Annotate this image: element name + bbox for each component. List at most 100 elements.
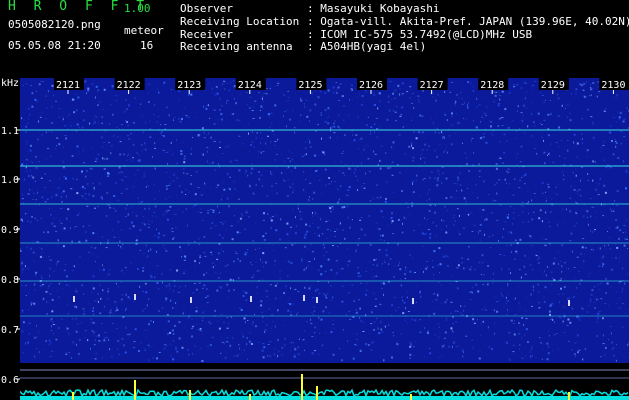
noise-speck	[456, 94, 459, 96]
noise-speck	[202, 320, 203, 321]
noise-speck	[311, 336, 314, 337]
noise-speck	[593, 133, 596, 135]
noise-speck	[64, 177, 67, 180]
noise-speck	[529, 350, 531, 353]
noise-speck	[144, 349, 146, 352]
noise-speck	[294, 166, 297, 169]
noise-speck	[144, 224, 146, 226]
noise-speck	[505, 182, 507, 184]
noise-speck	[367, 158, 370, 160]
noise-speck	[575, 222, 578, 225]
noise-speck	[324, 92, 327, 94]
noise-speck	[135, 215, 138, 217]
noise-speck	[602, 145, 605, 146]
noise-speck	[227, 145, 229, 147]
noise-speck	[513, 86, 515, 88]
noise-speck	[171, 329, 174, 332]
noise-speck	[375, 275, 378, 277]
noise-speck	[560, 278, 562, 280]
noise-speck	[217, 163, 219, 166]
noise-speck	[537, 262, 540, 264]
noise-speck	[203, 309, 206, 312]
noise-speck	[423, 178, 426, 180]
noise-speck	[620, 130, 623, 132]
noise-speck	[626, 107, 628, 109]
noise-speck	[55, 100, 57, 102]
noise-speck	[227, 197, 229, 200]
noise-speck	[178, 98, 180, 100]
noise-speck	[497, 104, 500, 107]
noise-speck	[518, 322, 520, 324]
noise-speck	[228, 205, 230, 208]
noise-speck	[436, 184, 439, 187]
noise-speck	[341, 152, 344, 154]
noise-speck	[271, 216, 274, 217]
noise-speck	[157, 115, 160, 118]
noise-speck	[147, 91, 149, 94]
noise-speck	[542, 192, 544, 194]
noise-speck	[139, 285, 141, 288]
noise-speck	[209, 162, 211, 165]
noise-speck	[602, 263, 605, 266]
noise-speck	[35, 167, 38, 169]
noise-speck	[510, 272, 511, 274]
noise-speck	[624, 282, 626, 285]
noise-speck	[417, 95, 420, 97]
noise-speck	[616, 302, 618, 304]
noise-speck	[584, 95, 587, 98]
noise-speck	[573, 141, 575, 144]
noise-speck	[239, 347, 240, 350]
noise-speck	[117, 220, 119, 223]
noise-speck	[25, 166, 27, 169]
noise-speck	[52, 321, 55, 323]
noise-speck	[252, 321, 254, 324]
noise-speck	[200, 208, 203, 210]
noise-speck	[150, 319, 152, 322]
noise-speck	[294, 288, 297, 290]
noise-speck	[615, 145, 617, 148]
noise-speck	[413, 230, 416, 232]
noise-speck	[612, 106, 615, 108]
noise-speck	[82, 150, 84, 152]
noise-speck	[256, 156, 259, 158]
noise-speck	[616, 246, 619, 249]
noise-speck	[504, 221, 506, 223]
noise-speck	[178, 286, 181, 288]
noise-speck	[239, 260, 241, 262]
noise-speck	[388, 81, 390, 83]
noise-speck	[21, 264, 23, 267]
noise-speck	[308, 287, 311, 290]
noise-speck	[151, 214, 153, 217]
noise-speck	[62, 245, 65, 248]
noise-speck	[34, 157, 37, 159]
noise-speck	[250, 332, 251, 334]
noise-speck	[288, 96, 290, 98]
noise-speck	[479, 146, 480, 149]
noise-speck	[343, 105, 345, 107]
noise-speck	[126, 187, 128, 190]
noise-speck	[273, 244, 274, 246]
noise-speck	[154, 147, 156, 149]
noise-speck	[415, 137, 418, 140]
noise-speck	[246, 209, 248, 212]
noise-speck	[625, 187, 627, 190]
noise-speck	[562, 293, 564, 295]
noise-speck	[597, 81, 600, 83]
noise-speck	[125, 309, 126, 311]
noise-speck	[38, 83, 41, 86]
noise-speck	[572, 146, 575, 148]
noise-speck	[390, 251, 392, 253]
noise-speck	[434, 277, 436, 280]
noise-speck	[133, 300, 135, 302]
noise-speck	[531, 245, 534, 247]
noise-speck	[109, 311, 112, 314]
noise-speck	[507, 357, 509, 360]
noise-speck	[545, 274, 547, 277]
noise-speck	[590, 88, 592, 91]
noise-speck	[616, 128, 618, 130]
noise-speck	[370, 311, 373, 314]
location-value: : Ogata-vill. Akita-Pref. JAPAN (139.96E…	[307, 15, 629, 28]
noise-speck	[398, 134, 401, 136]
noise-speck	[30, 304, 32, 306]
noise-speck	[169, 206, 172, 208]
